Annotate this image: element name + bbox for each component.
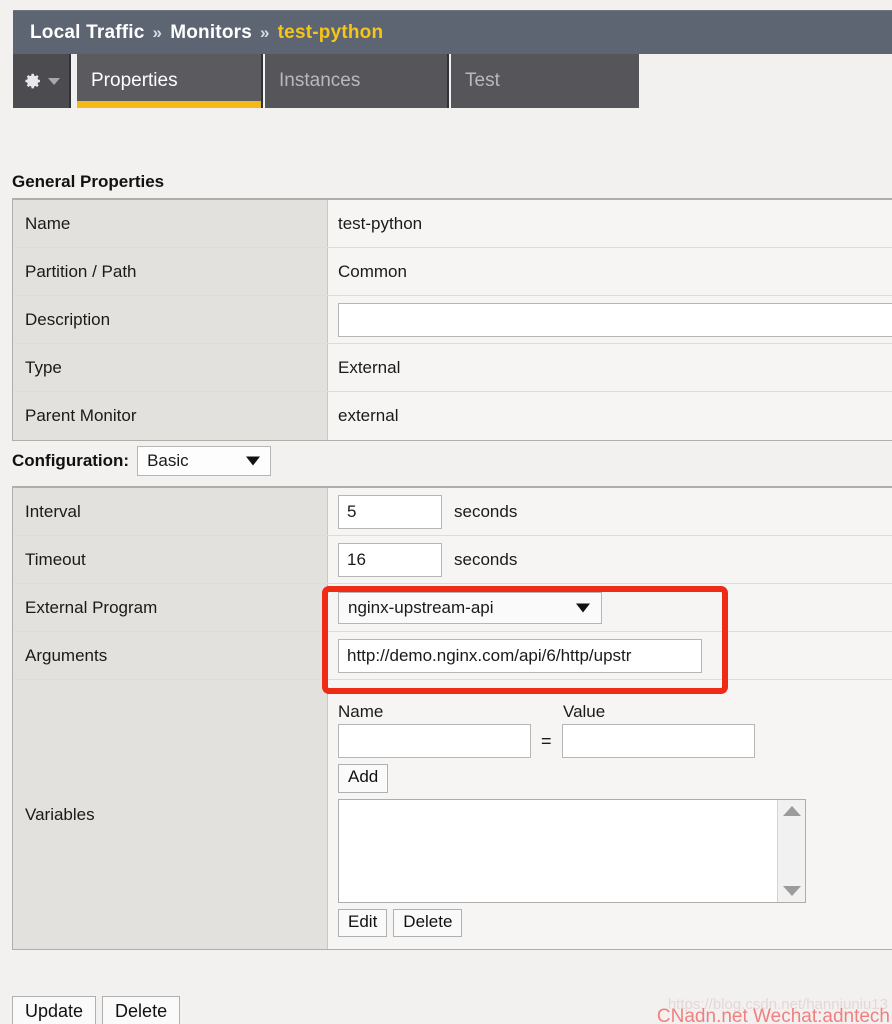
configuration-table: Interval 5 seconds Timeout 16 seconds Ex… (12, 486, 892, 951)
external-program-value: nginx-upstream-api (348, 597, 494, 617)
row-label-interval: Interval (13, 488, 328, 535)
form-action-buttons: Update Delete (12, 996, 181, 1024)
row-value-description (328, 296, 892, 343)
tab-test-label: Test (465, 70, 500, 91)
table-row-external-program: External Program nginx-upstream-api (13, 584, 892, 632)
table-row-arguments: Arguments http://demo.nginx.com/api/6/ht… (13, 632, 892, 680)
table-row-variables: Variables Name Value = Add Edit Delete (13, 680, 892, 950)
breadcrumb: Local Traffic » Monitors » test-python (13, 10, 892, 54)
edit-variable-button[interactable]: Edit (338, 908, 388, 938)
add-variable-button[interactable]: Add (338, 764, 389, 793)
tab-instances[interactable]: Instances (265, 54, 449, 108)
watermark-text: CNadn.net Wechat:adntech (656, 1006, 890, 1024)
breadcrumb-separator-1: » (152, 22, 163, 42)
table-row-interval: Interval 5 seconds (13, 488, 892, 536)
table-row-partition-path: Partition / Path Common (13, 248, 892, 296)
row-label-partition-path: Partition / Path (13, 248, 328, 295)
configuration-mode-select[interactable]: Basic (137, 446, 272, 476)
row-label-variables: Variables (13, 680, 328, 950)
delete-variable-button[interactable]: Delete (393, 908, 463, 938)
scroll-down-arrow-icon[interactable] (782, 885, 801, 896)
row-label-parent-monitor: Parent Monitor (13, 392, 328, 440)
general-properties-title: General Properties (12, 172, 165, 191)
breadcrumb-separator-2: » (260, 22, 270, 42)
chevron-down-icon (246, 456, 261, 466)
gear-icon (24, 73, 40, 89)
configuration-mode-value: Basic (147, 451, 189, 470)
row-label-type: Type (13, 344, 328, 391)
row-label-timeout: Timeout (13, 536, 328, 583)
variables-input-row: = (338, 724, 806, 758)
page-root: Local Traffic » Monitors » test-python P… (0, 0, 892, 1024)
variables-action-buttons: Edit Delete (338, 908, 806, 938)
variables-name-header: Name (338, 702, 384, 721)
table-row-name: Name test-python (13, 200, 892, 248)
chevron-down-icon (47, 77, 60, 85)
tab-bar: Properties Instances Test (13, 54, 892, 110)
variables-list-box[interactable] (338, 798, 806, 903)
row-label-name: Name (13, 200, 328, 247)
tab-menu-gear[interactable] (13, 54, 71, 108)
arguments-input[interactable]: http://demo.nginx.com/api/6/http/upstr (338, 638, 702, 673)
description-input[interactable] (338, 302, 892, 337)
variables-headers: Name Value (338, 702, 806, 722)
tab-properties[interactable]: Properties (77, 54, 263, 108)
table-row-timeout: Timeout 16 seconds (13, 536, 892, 584)
row-value-arguments: http://demo.nginx.com/api/6/http/upstr (328, 632, 892, 679)
general-properties-table: Name test-python Partition / Path Common… (12, 198, 892, 441)
table-row-description: Description (13, 296, 892, 344)
variable-value-input[interactable] (561, 724, 755, 758)
row-value-external-program: nginx-upstream-api (328, 584, 892, 631)
interval-unit: seconds (454, 501, 518, 521)
chevron-down-icon (576, 603, 590, 612)
configuration-label: Configuration: (12, 451, 130, 470)
variables-value-header: Value (563, 702, 606, 721)
tab-properties-label: Properties (91, 70, 178, 91)
row-value-type: External (328, 344, 892, 391)
breadcrumb-root[interactable]: Local Traffic (30, 22, 145, 44)
tab-active-underline (77, 101, 261, 108)
row-value-partition-path: Common (328, 248, 892, 295)
timeout-unit: seconds (454, 549, 518, 569)
variables-editor: Name Value = Add Edit Delete (338, 692, 806, 949)
interval-input[interactable]: 5 (338, 494, 442, 529)
row-value-parent-monitor: external (328, 392, 892, 440)
tab-test[interactable]: Test (451, 54, 639, 108)
row-label-description: Description (13, 296, 328, 343)
table-row-parent-monitor: Parent Monitor external (13, 392, 892, 440)
tab-instances-label: Instances (279, 70, 361, 91)
timeout-input[interactable]: 16 (338, 542, 442, 577)
variables-list-scrollbar[interactable] (777, 799, 805, 902)
row-value-variables: Name Value = Add Edit Delete (328, 680, 892, 950)
external-program-select[interactable]: nginx-upstream-api (338, 591, 602, 624)
delete-button[interactable]: Delete (102, 996, 181, 1024)
scroll-up-arrow-icon[interactable] (782, 805, 801, 816)
update-button[interactable]: Update (12, 996, 97, 1024)
breadcrumb-current: test-python (277, 21, 384, 43)
breadcrumb-section[interactable]: Monitors (170, 22, 252, 44)
variables-add-row: Add (338, 764, 806, 793)
equals-sign: = (541, 730, 552, 751)
row-value-timeout: 16 seconds (328, 536, 892, 583)
table-row-type: Type External (13, 344, 892, 392)
variable-name-input[interactable] (338, 724, 531, 758)
row-value-name: test-python (328, 200, 892, 247)
row-label-external-program: External Program (13, 584, 328, 631)
configuration-header: Configuration: Basic (12, 446, 272, 476)
row-value-interval: 5 seconds (328, 488, 892, 535)
row-label-arguments: Arguments (13, 632, 328, 679)
